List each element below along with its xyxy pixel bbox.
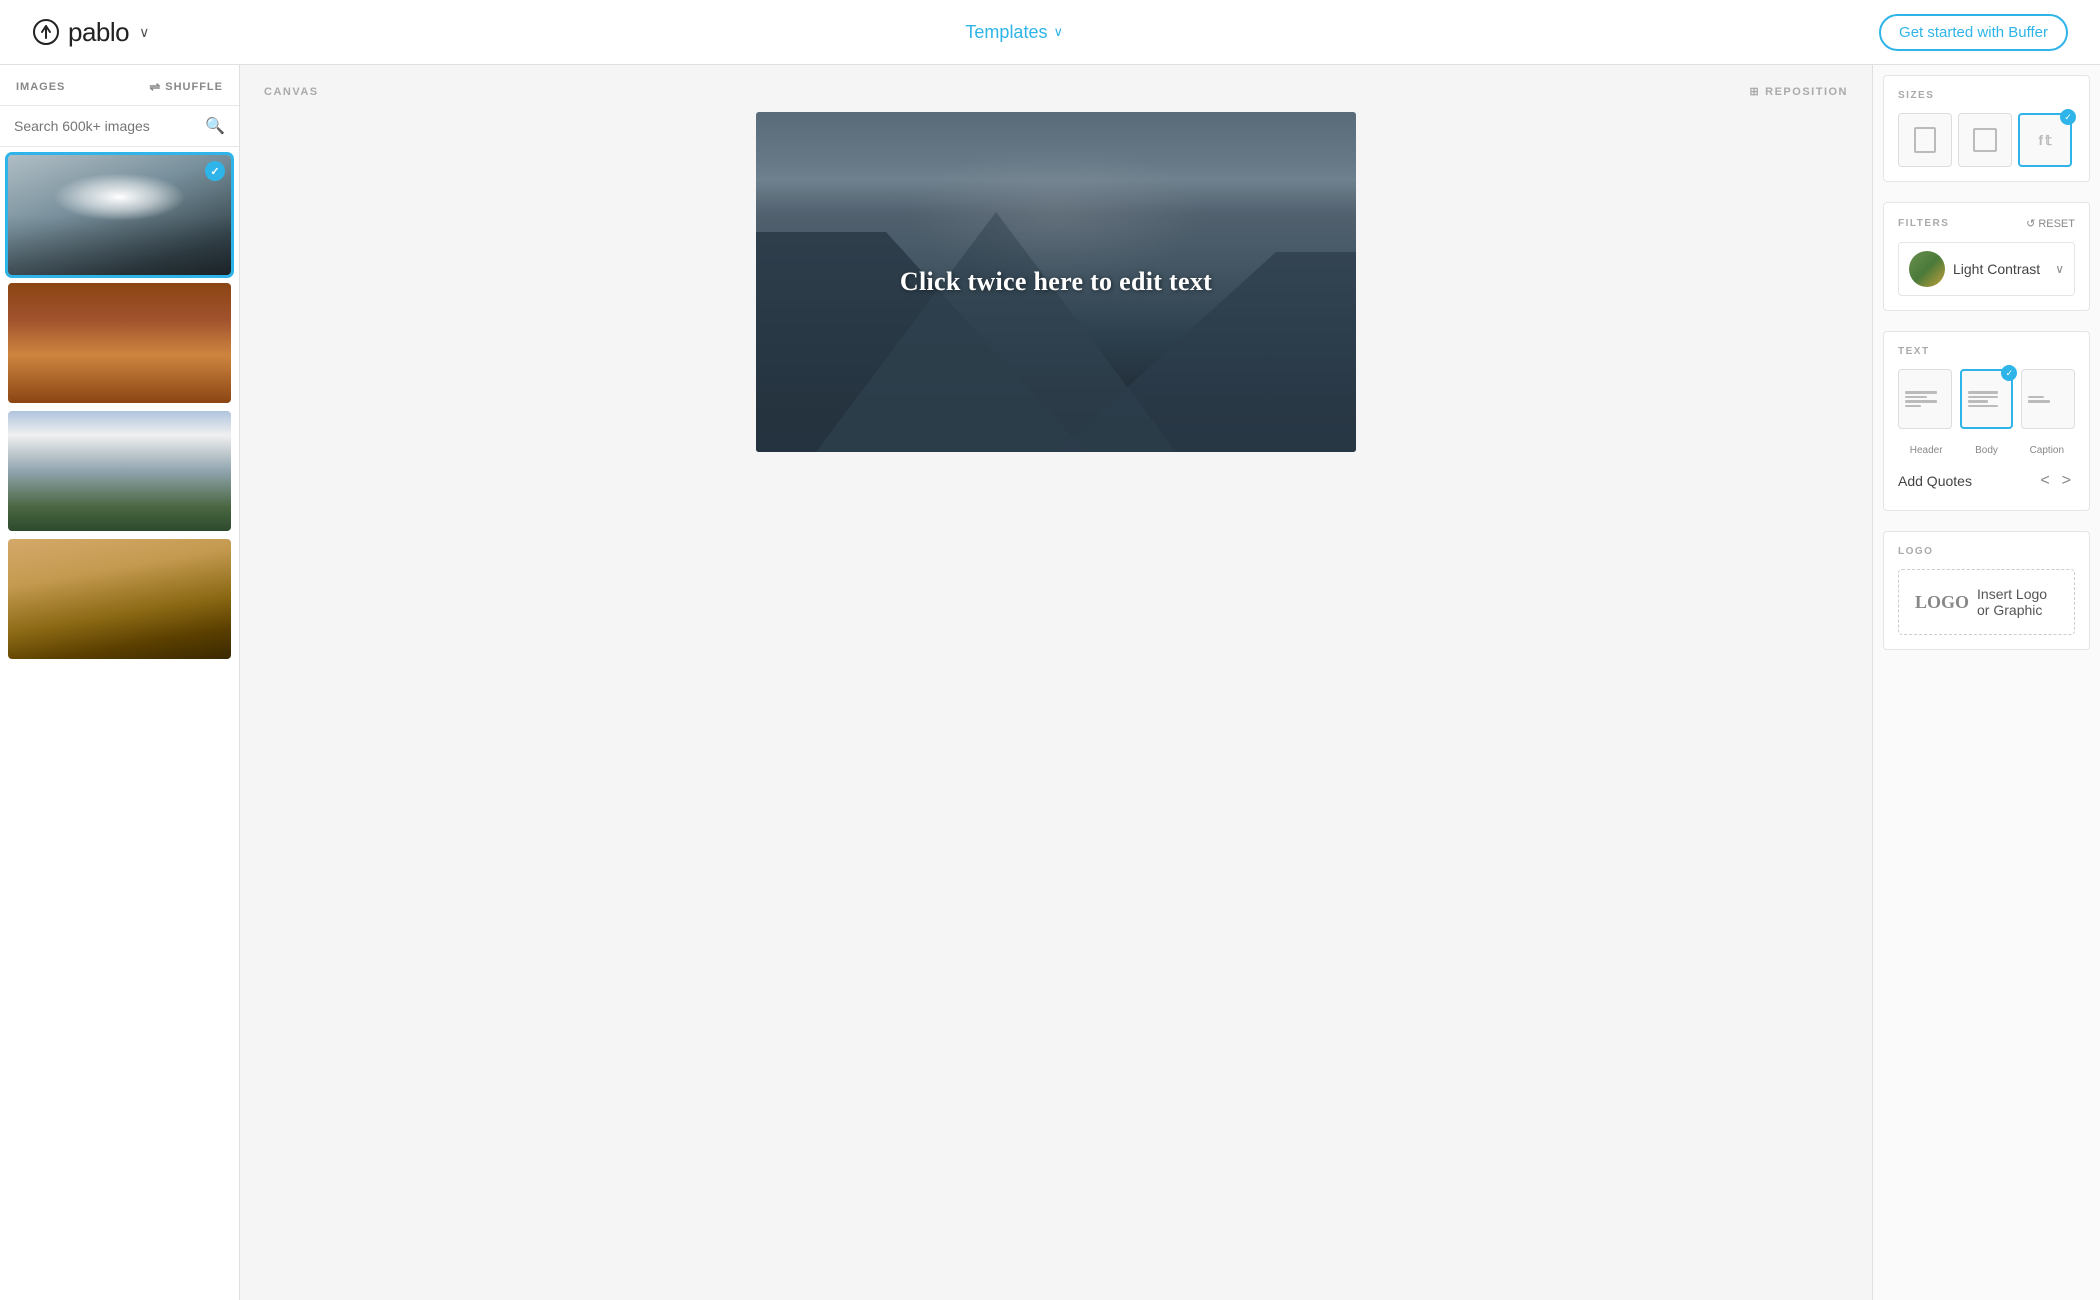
size-twitter-facebook-button[interactable]: ✓ f 𝕥 [2018,113,2072,167]
canvas-label: CANVAS [264,86,319,98]
app-header: pablo ∨ Templates ∨ Get started with Buf… [0,0,2100,65]
left-sidebar: IMAGES ⇌ SHUFFLE 🔍 ✓ [0,65,240,1300]
line-1 [2028,396,2044,399]
reposition-label: REPOSITION [1765,86,1848,98]
facebook-f-icon: f [2038,132,2043,148]
image-list: ✓ [0,147,239,667]
filters-panel: FILTERS ↺ RESET Light Contrast ∨ [1883,202,2090,311]
size-pinterest-button[interactable] [1898,113,1952,167]
body-style-label: Body [1960,445,2012,456]
reposition-button[interactable]: ⊞ REPOSITION [1749,85,1848,98]
text-style-body-button[interactable]: ✓ [1960,369,2014,429]
sidebar-tabs: IMAGES ⇌ SHUFFLE [0,65,239,106]
instagram-icon [1973,128,1997,152]
line-2 [1905,396,1927,399]
canvas-edit-text[interactable]: Click twice here to edit text [900,267,1212,297]
canvas[interactable]: Click twice here to edit text [756,112,1356,452]
logo-placeholder-icon: LOGO [1915,592,1969,613]
image-thumb-2[interactable] [8,283,231,403]
line-4 [1905,405,1921,408]
search-icon[interactable]: 🔍 [205,116,225,136]
main-layout: IMAGES ⇌ SHUFFLE 🔍 ✓ CANVAS ⊞ REPOSITION [0,65,2100,1300]
filter-caret-icon: ∨ [2055,262,2064,276]
selected-check-1: ✓ [205,161,225,181]
caption-style-label: Caption [2021,445,2073,456]
twitter-facebook-icons: f 𝕥 [2038,132,2051,149]
pinterest-icon [1914,127,1936,153]
text-style-caption-button[interactable] [2021,369,2075,429]
shuffle-tab[interactable]: ⇌ SHUFFLE [149,79,223,95]
image-thumb-4[interactable] [8,539,231,659]
insert-logo-button[interactable]: LOGO Insert Logo or Graphic [1898,569,2075,635]
size-instagram-button[interactable] [1958,113,2012,167]
canvas-header: CANVAS ⊞ REPOSITION [264,85,1848,98]
reposition-icon: ⊞ [1749,85,1760,98]
right-sidebar: SIZES ✓ f 𝕥 FILTERS [1872,65,2100,1300]
quote-prev-button[interactable]: < [2036,470,2053,492]
add-quotes-row: Add Quotes < > [1898,466,2075,496]
text-title: TEXT [1898,346,2075,357]
filters-title: FILTERS [1898,218,1949,229]
twitter-t-icon: 𝕥 [2045,132,2052,149]
image-thumb-1[interactable]: ✓ [8,155,231,275]
insert-logo-label: Insert Logo or Graphic [1977,586,2058,618]
reset-icon: ↺ [2026,217,2035,230]
filters-header: FILTERS ↺ RESET [1898,217,2075,230]
logo-text: pablo [68,17,129,48]
logo-area[interactable]: pablo ∨ [32,17,149,48]
pablo-logo-icon [32,18,60,46]
text-body-check: ✓ [2001,365,2017,381]
text-panel: TEXT ✓ [1883,331,2090,511]
canvas-wrapper: Click twice here to edit text [264,112,1848,1280]
quote-navigation: < > [2036,470,2075,492]
line-1 [1968,391,1998,394]
logo-caret-icon: ∨ [139,24,149,41]
templates-nav[interactable]: Templates ∨ [965,22,1063,43]
logo-panel: LOGO LOGO Insert Logo or Graphic [1883,531,2090,650]
filter-thumbnail [1909,251,1945,287]
reset-button[interactable]: ↺ RESET [2026,217,2075,230]
line-1 [1905,391,1937,394]
text-styles-grid: ✓ [1898,369,2075,429]
search-bar: 🔍 [0,106,239,147]
image-thumb-3[interactable] [8,411,231,531]
logo-title: LOGO [1898,546,2075,557]
add-quotes-label: Add Quotes [1898,473,1972,489]
shuffle-icon: ⇌ [149,79,161,95]
search-input[interactable] [14,118,197,134]
caption-lines [2028,396,2068,403]
filter-dropdown[interactable]: Light Contrast ∨ [1898,242,2075,296]
header-lines [1905,391,1945,407]
reset-label: RESET [2038,218,2075,230]
shuffle-label: SHUFFLE [165,81,223,93]
line-2 [1968,396,1998,399]
body-lines [1968,391,2006,407]
line-2 [2028,400,2050,403]
text-style-header-button[interactable] [1898,369,1952,429]
quote-next-button[interactable]: > [2058,470,2075,492]
images-tab[interactable]: IMAGES [16,81,65,93]
header-style-label: Header [1900,445,1952,456]
center-area: CANVAS ⊞ REPOSITION Click twice here to … [240,65,1872,1300]
sizes-panel: SIZES ✓ f 𝕥 [1883,75,2090,182]
get-started-button[interactable]: Get started with Buffer [1879,14,2068,51]
sizes-grid: ✓ f 𝕥 [1898,113,2075,167]
line-3 [1905,400,1937,403]
line-3 [1968,400,1989,403]
line-4 [1968,405,1998,408]
templates-caret-icon: ∨ [1053,24,1063,40]
filter-name: Light Contrast [1953,261,2047,277]
size-selected-check: ✓ [2060,109,2076,125]
sizes-title: SIZES [1898,90,2075,101]
templates-label: Templates [965,22,1047,43]
